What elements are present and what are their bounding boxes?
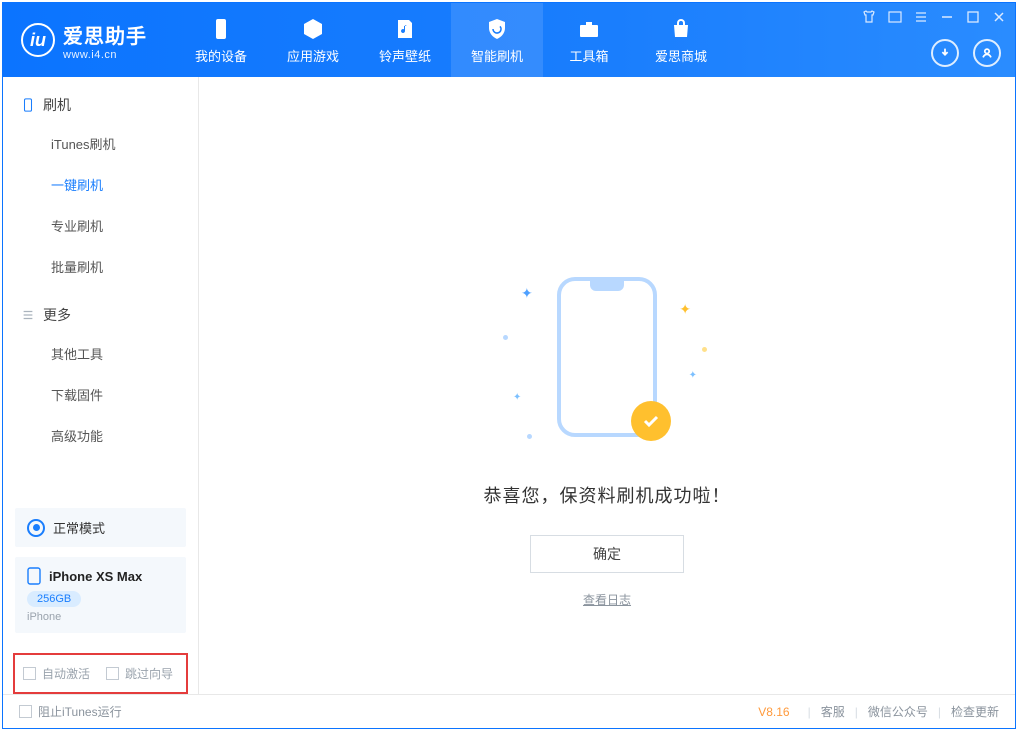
footer: 阻止iTunes运行 V8.16 | 客服 | 微信公众号 | 检查更新 xyxy=(3,694,1015,728)
brand[interactable]: iu 爱思助手 www.i4.cn xyxy=(3,20,165,61)
brand-name: 爱思助手 xyxy=(63,20,147,49)
phone-icon xyxy=(208,16,234,42)
checkbox-icon xyxy=(23,667,36,680)
brand-logo-icon: iu xyxy=(21,23,55,57)
app-header: iu 爱思助手 www.i4.cn 我的设备 应用游戏 铃声壁纸 智能刷机 xyxy=(3,3,1015,77)
bag-icon xyxy=(668,16,694,42)
footer-link-support[interactable]: 客服 xyxy=(821,703,845,720)
tab-smart-flash[interactable]: 智能刷机 xyxy=(451,3,543,77)
view-log-link[interactable]: 查看日志 xyxy=(583,591,631,608)
footer-link-update[interactable]: 检查更新 xyxy=(951,703,999,720)
footer-link-wechat[interactable]: 微信公众号 xyxy=(868,703,928,720)
success-illustration: ✦ ✦ ✦ ✦ xyxy=(497,277,717,437)
ok-button[interactable]: 确定 xyxy=(530,535,684,573)
tab-label: 工具箱 xyxy=(569,46,608,65)
sparkle-icon: ✦ xyxy=(689,370,697,381)
sparkle-icon: ✦ xyxy=(513,392,521,403)
header-right-buttons xyxy=(931,39,1001,67)
sidebar-item-itunes-flash[interactable]: iTunes刷机 xyxy=(3,123,198,164)
tab-toolbox[interactable]: 工具箱 xyxy=(543,3,635,77)
shirt-icon[interactable] xyxy=(861,9,877,25)
check-badge-icon xyxy=(631,401,671,441)
menu-icon[interactable] xyxy=(913,9,929,25)
check-block-itunes[interactable]: 阻止iTunes运行 xyxy=(19,703,122,720)
dot-icon xyxy=(503,335,508,340)
device-name: iPhone XS Max xyxy=(49,569,142,584)
success-message: 恭喜您，保资料刷机成功啦！ xyxy=(484,482,731,508)
sidebar-item-other-tools[interactable]: 其他工具 xyxy=(3,333,198,374)
toolbox-icon xyxy=(576,16,602,42)
list-icon xyxy=(21,308,35,322)
tab-label: 爱思商城 xyxy=(655,46,707,65)
window-controls xyxy=(861,9,1007,25)
phone-notch-icon xyxy=(590,281,624,291)
dot-icon xyxy=(527,434,532,439)
sparkle-icon: ✦ xyxy=(521,285,533,302)
checkbox-icon xyxy=(19,705,32,718)
top-tabs: 我的设备 应用游戏 铃声壁纸 智能刷机 工具箱 爱思商城 xyxy=(175,3,727,77)
tab-my-device[interactable]: 我的设备 xyxy=(175,3,267,77)
check-auto-activate[interactable]: 自动激活 xyxy=(23,665,90,682)
version-label: V8.16 xyxy=(758,705,789,719)
sidebar-section-flash: 刷机 xyxy=(3,77,198,123)
tab-label: 铃声壁纸 xyxy=(379,46,431,65)
shield-sync-icon xyxy=(484,16,510,42)
tab-shop[interactable]: 爱思商城 xyxy=(635,3,727,77)
highlighted-checks: 自动激活 跳过向导 xyxy=(13,653,188,694)
section-title-text: 刷机 xyxy=(43,95,71,115)
mode-dot-icon xyxy=(27,519,45,537)
cube-icon xyxy=(300,16,326,42)
storage-badge: 256GB xyxy=(27,591,81,607)
user-button[interactable] xyxy=(973,39,1001,67)
download-button[interactable] xyxy=(931,39,959,67)
sidebar-item-oneclick-flash[interactable]: 一键刷机 xyxy=(3,164,198,205)
tab-label: 应用游戏 xyxy=(287,46,339,65)
check-label: 阻止iTunes运行 xyxy=(38,703,122,720)
device-card[interactable]: iPhone XS Max 256GB iPhone xyxy=(15,557,186,633)
sidebar-item-download-firmware[interactable]: 下载固件 xyxy=(3,374,198,415)
window-icon[interactable] xyxy=(887,9,903,25)
mode-card[interactable]: 正常模式 xyxy=(15,508,186,547)
check-label: 跳过向导 xyxy=(125,665,173,682)
tab-ringtone-wallpaper[interactable]: 铃声壁纸 xyxy=(359,3,451,77)
sidebar-section-more: 更多 xyxy=(3,287,198,333)
section-title-text: 更多 xyxy=(43,305,71,325)
sidebar-item-advanced[interactable]: 高级功能 xyxy=(3,415,198,456)
sidebar-item-batch-flash[interactable]: 批量刷机 xyxy=(3,246,198,287)
mode-label: 正常模式 xyxy=(53,518,105,537)
check-label: 自动激活 xyxy=(42,665,90,682)
tab-label: 智能刷机 xyxy=(471,46,523,65)
tab-label: 我的设备 xyxy=(195,46,247,65)
sparkle-icon: ✦ xyxy=(679,301,691,318)
sidebar-item-pro-flash[interactable]: 专业刷机 xyxy=(3,205,198,246)
device-icon xyxy=(21,98,35,112)
minimize-icon[interactable] xyxy=(939,9,955,25)
tab-apps-games[interactable]: 应用游戏 xyxy=(267,3,359,77)
brand-url: www.i4.cn xyxy=(63,49,147,61)
checkbox-icon xyxy=(106,667,119,680)
close-icon[interactable] xyxy=(991,9,1007,25)
maximize-icon[interactable] xyxy=(965,9,981,25)
dot-icon xyxy=(702,347,707,352)
check-skip-guide[interactable]: 跳过向导 xyxy=(106,665,173,682)
main-content: ✦ ✦ ✦ ✦ 恭喜您，保资料刷机成功啦！ 确定 查看日志 xyxy=(199,77,1015,694)
sidebar: 刷机 iTunes刷机 一键刷机 专业刷机 批量刷机 更多 其他工具 下载固件 … xyxy=(3,77,199,694)
device-type: iPhone xyxy=(27,611,174,623)
device-phone-icon xyxy=(27,567,41,585)
music-file-icon xyxy=(392,16,418,42)
